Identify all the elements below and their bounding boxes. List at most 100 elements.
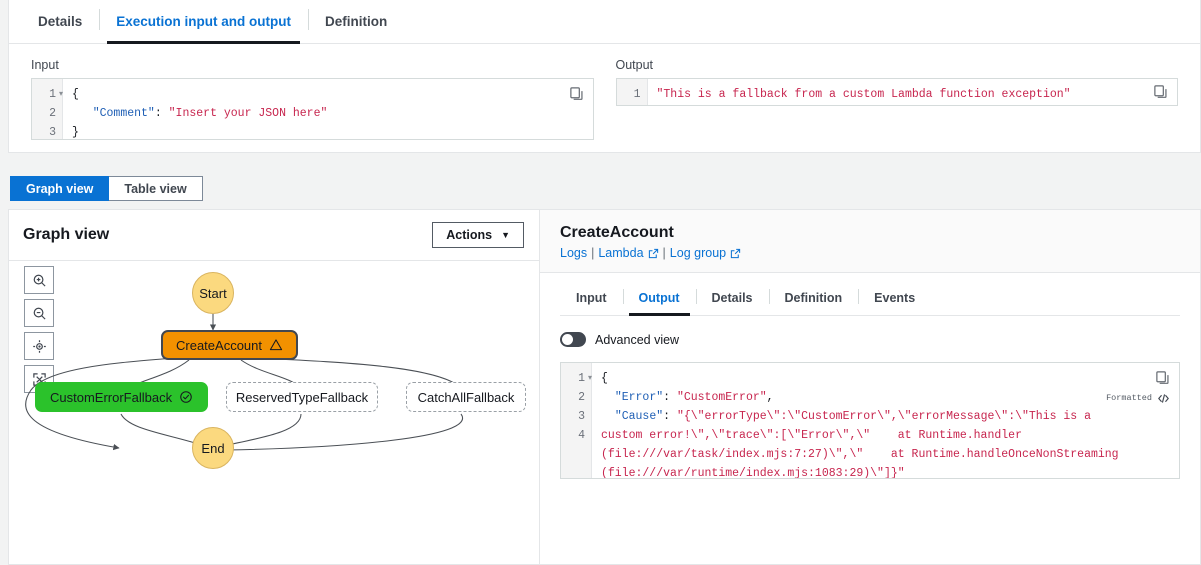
detail-tab-events[interactable]: Events xyxy=(858,283,931,316)
advanced-view-toggle[interactable] xyxy=(560,332,586,347)
state-detail-pane: CreateAccount Logs | Lambda | Log group … xyxy=(540,210,1200,564)
code-line: } xyxy=(72,123,593,140)
code-token: "Insert your JSON here" xyxy=(169,107,328,120)
copy-icon[interactable] xyxy=(1155,370,1170,385)
fold-arrow-icon[interactable]: ▾ xyxy=(588,369,592,388)
external-link-icon[interactable] xyxy=(730,248,741,259)
tab-label: Execution input and output xyxy=(116,14,291,29)
code-token: , xyxy=(767,391,774,404)
tab-details[interactable]: Details xyxy=(21,0,99,43)
code-token: } xyxy=(72,126,79,139)
graph-node-start[interactable]: Start xyxy=(192,272,234,314)
detail-gutter: 1▾234 xyxy=(561,363,592,479)
actions-label: Actions xyxy=(446,228,492,242)
output-json-box[interactable]: 1▾234 { "Error": "CustomError", "Cause":… xyxy=(560,362,1180,479)
tab-label: Output xyxy=(639,291,680,305)
detail-code-lines[interactable]: { "Error": "CustomError", "Cause": "{\"e… xyxy=(592,363,1179,479)
toggle-knob xyxy=(562,334,573,345)
code-line: "Error": "CustomError", xyxy=(601,388,1121,407)
link-separator: | xyxy=(663,246,666,260)
code-brackets-icon xyxy=(1157,392,1170,405)
code-token: "Comment" xyxy=(93,107,155,120)
graph-node-reserved-type-fallback[interactable]: ReservedTypeFallback xyxy=(226,382,378,412)
line-number: 3 xyxy=(32,123,56,140)
node-label: CatchAllFallback xyxy=(418,390,515,405)
copy-icon[interactable] xyxy=(1153,84,1168,99)
graph-node-end[interactable]: End xyxy=(192,427,234,469)
graph-header: Graph view Actions ▼ xyxy=(9,210,539,261)
node-label: CreateAccount xyxy=(176,338,262,353)
line-number: 3 xyxy=(561,407,585,426)
input-gutter: 1▾23 xyxy=(32,79,63,140)
graph-and-detail-card: Graph view Actions ▼ xyxy=(8,209,1201,565)
execution-tabbar: Details Execution input and output Defin… xyxy=(9,0,1200,44)
input-code-box[interactable]: 1▾23 { "Comment": "Insert your JSON here… xyxy=(31,78,594,140)
state-links: Logs | Lambda | Log group xyxy=(560,246,1180,260)
external-link-icon[interactable] xyxy=(648,248,659,259)
output-code-box[interactable]: 1 "This is a fallback from a custom Lamb… xyxy=(616,78,1179,106)
code-token: : xyxy=(663,410,677,423)
graph-node-create-account[interactable]: CreateAccount xyxy=(161,330,298,360)
chevron-down-icon: ▼ xyxy=(501,230,510,240)
tab-label: Input xyxy=(576,291,607,305)
table-view-button[interactable]: Table view xyxy=(109,176,202,201)
code-token: { xyxy=(601,372,608,385)
node-label: ReservedTypeFallback xyxy=(236,390,368,405)
graph-pane: Graph view Actions ▼ xyxy=(9,210,540,564)
input-code-lines[interactable]: { "Comment": "Insert your JSON here"} xyxy=(63,79,593,140)
output-code-lines[interactable]: "This is a fallback from a custom Lambda… xyxy=(648,79,1178,106)
detail-tab-output[interactable]: Output xyxy=(623,283,696,316)
formatted-label: Formatted xyxy=(1106,389,1152,408)
code-line: "Comment": "Insert your JSON here" xyxy=(72,104,593,123)
graph-view-button[interactable]: Graph view xyxy=(10,176,109,201)
state-detail-tabs: Input Output Details Definition Events xyxy=(540,283,1200,316)
advanced-view-row: Advanced view xyxy=(560,332,1180,347)
code-token xyxy=(601,410,615,423)
actions-button[interactable]: Actions ▼ xyxy=(432,222,524,248)
tab-definition[interactable]: Definition xyxy=(308,0,404,43)
line-number: 1▾ xyxy=(32,85,56,104)
tab-label: Definition xyxy=(325,14,387,29)
state-detail-header: CreateAccount Logs | Lambda | Log group xyxy=(540,210,1200,273)
output-label: Output xyxy=(616,58,1179,72)
state-name: CreateAccount xyxy=(560,224,1180,242)
link-lambda[interactable]: Lambda xyxy=(598,246,643,260)
code-token: { xyxy=(72,88,79,101)
code-token: "CustomError" xyxy=(677,391,767,404)
graph-node-custom-error-fallback[interactable]: CustomErrorFallback xyxy=(35,382,208,412)
code-line: "This is a fallback from a custom Lambda… xyxy=(657,85,1178,104)
execution-io-card: Details Execution input and output Defin… xyxy=(8,0,1201,153)
link-log-group[interactable]: Log group xyxy=(670,246,726,260)
line-number: 1 xyxy=(617,85,641,104)
code-token: "Error" xyxy=(615,391,663,404)
node-label: Start xyxy=(199,286,226,301)
formatted-indicator[interactable]: Formatted xyxy=(1106,389,1170,408)
code-token xyxy=(601,391,615,404)
code-token: : xyxy=(155,107,169,120)
code-line: "Cause": "{\"errorType\":\"CustomError\"… xyxy=(601,407,1121,479)
graph-view-label: Graph view xyxy=(26,182,93,196)
line-number: 2 xyxy=(561,388,585,407)
detail-tab-definition[interactable]: Definition xyxy=(769,283,859,316)
detail-tab-details[interactable]: Details xyxy=(696,283,769,316)
tab-label: Details xyxy=(712,291,753,305)
code-token: "This is a fallback from a custom Lambda… xyxy=(657,88,1071,101)
detail-tab-input[interactable]: Input xyxy=(560,283,623,316)
graph-node-catch-all-fallback[interactable]: CatchAllFallback xyxy=(406,382,526,412)
graph-canvas[interactable]: Start CreateAccount CustomErrorFallback … xyxy=(9,262,539,564)
tab-execution-input-and-output[interactable]: Execution input and output xyxy=(99,0,308,43)
tab-label: Definition xyxy=(785,291,843,305)
code-token: "Cause" xyxy=(615,410,663,423)
node-label: End xyxy=(201,441,224,456)
copy-icon[interactable] xyxy=(569,86,584,101)
node-label: CustomErrorFallback xyxy=(50,390,172,405)
advanced-view-label: Advanced view xyxy=(595,333,679,347)
link-separator: | xyxy=(591,246,594,260)
line-number: 2 xyxy=(32,104,56,123)
code-line: { xyxy=(601,369,1121,388)
output-column: Output 1 "This is a fallback from a cust… xyxy=(616,58,1179,140)
warning-icon xyxy=(269,338,283,352)
link-logs[interactable]: Logs xyxy=(560,246,587,260)
fold-arrow-icon[interactable]: ▾ xyxy=(59,85,63,104)
graph-title: Graph view xyxy=(23,226,109,244)
